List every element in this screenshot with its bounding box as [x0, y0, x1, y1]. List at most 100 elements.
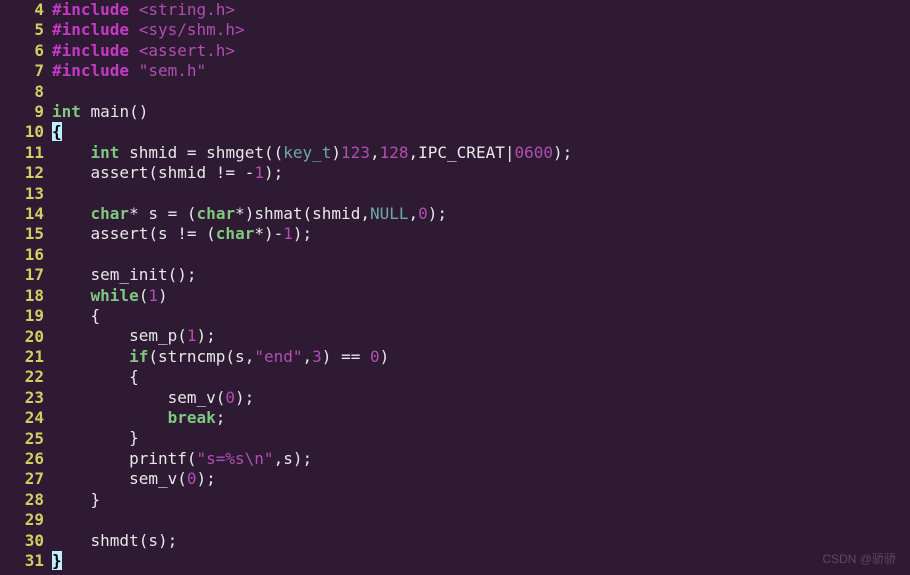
code-token [52, 306, 91, 325]
code-line: break; [52, 408, 910, 428]
code-token [52, 490, 91, 509]
line-number: 25 [0, 429, 44, 449]
code-token: { [91, 306, 101, 325]
line-number: 6 [0, 41, 44, 61]
code-token: NULL [370, 204, 409, 223]
code-token: 1 [148, 286, 158, 305]
line-number: 30 [0, 531, 44, 551]
code-token: <assert.h> [139, 41, 235, 60]
code-token: * [129, 204, 139, 223]
code-token [52, 204, 91, 223]
code-token: sem_p [129, 326, 177, 345]
code-token: , [274, 449, 284, 468]
code-token: sem_v [129, 469, 177, 488]
code-token: { [52, 122, 62, 141]
line-number: 16 [0, 245, 44, 265]
code-token [129, 41, 139, 60]
line-number: 19 [0, 306, 44, 326]
code-token: , [245, 347, 255, 366]
code-token: IPC_CREAT [418, 143, 505, 162]
code-token [235, 163, 245, 182]
code-token: (); [168, 265, 197, 284]
code-token: 0 [187, 469, 197, 488]
code-token: "end" [254, 347, 302, 366]
code-token [331, 347, 341, 366]
code-line: } [52, 551, 910, 571]
line-number: 22 [0, 367, 44, 387]
code-token: ); [197, 469, 216, 488]
code-token: ( [177, 326, 187, 345]
line-number: 17 [0, 265, 44, 285]
code-token: <string.h> [139, 0, 235, 19]
code-token: ); [264, 163, 283, 182]
line-number: 15 [0, 224, 44, 244]
code-token [360, 347, 370, 366]
code-token: 1 [254, 163, 264, 182]
code-token: #include [52, 0, 129, 19]
code-token [52, 326, 129, 345]
code-token [52, 428, 129, 447]
code-token [129, 20, 139, 39]
code-token: ( [139, 531, 149, 550]
code-token: } [52, 551, 62, 570]
code-token: int [52, 102, 81, 121]
code-token: ( [148, 163, 158, 182]
code-token [177, 143, 187, 162]
watermark: CSDN @骄骄 [822, 528, 896, 569]
code-token: <sys/shm.h> [139, 20, 245, 39]
code-token: break [168, 408, 216, 427]
code-token [52, 408, 168, 427]
code-token: 128 [380, 143, 409, 162]
code-token: ( [216, 388, 226, 407]
code-token: s [158, 224, 168, 243]
code-token: 1 [283, 224, 293, 243]
code-token: ( [148, 347, 158, 366]
line-number: 24 [0, 408, 44, 428]
code-token: ); [293, 449, 312, 468]
code-token: shmdt [91, 531, 139, 550]
code-line: #include <assert.h> [52, 41, 910, 61]
code-token: , [303, 347, 313, 366]
code-line: sem_p(1); [52, 326, 910, 346]
code-line [52, 245, 910, 265]
code-token: int [91, 143, 120, 162]
line-number: 29 [0, 510, 44, 530]
code-token: assert [91, 163, 149, 182]
code-token: ); [158, 531, 177, 550]
code-token: = [168, 204, 178, 223]
code-token: assert [91, 224, 149, 243]
code-token: 0600 [514, 143, 553, 162]
code-token: , [370, 143, 380, 162]
code-line: printf("s=%s\n",s); [52, 449, 910, 469]
code-token [52, 449, 129, 468]
code-token: , [409, 204, 419, 223]
code-token: ( [187, 204, 197, 223]
line-number: 31 [0, 551, 44, 571]
code-token: s [283, 449, 293, 468]
code-token: ( [148, 224, 158, 243]
code-token: ) [158, 286, 168, 305]
code-token: while [91, 286, 139, 305]
code-token [177, 204, 187, 223]
code-token: ( [177, 469, 187, 488]
code-token [129, 61, 139, 80]
code-token: key_t [283, 143, 331, 162]
code-line: assert(shmid != -1); [52, 163, 910, 183]
code-token: *)- [254, 224, 283, 243]
code-token: shmid [158, 163, 206, 182]
code-token [52, 265, 91, 284]
code-token [52, 531, 91, 550]
code-token: != [216, 163, 235, 182]
code-token: , [360, 204, 370, 223]
code-line [52, 184, 910, 204]
code-token: 0 [225, 388, 235, 407]
code-editor: 4567891011121314151617181920212223242526… [0, 0, 910, 571]
line-number: 18 [0, 286, 44, 306]
code-token: ); [197, 326, 216, 345]
code-token: 0 [418, 204, 428, 223]
code-token [158, 204, 168, 223]
code-line: if(strncmp(s,"end",3) == 0) [52, 347, 910, 367]
code-line: #include <string.h> [52, 0, 910, 20]
code-token: shmget [206, 143, 264, 162]
code-token: "sem.h" [139, 61, 206, 80]
